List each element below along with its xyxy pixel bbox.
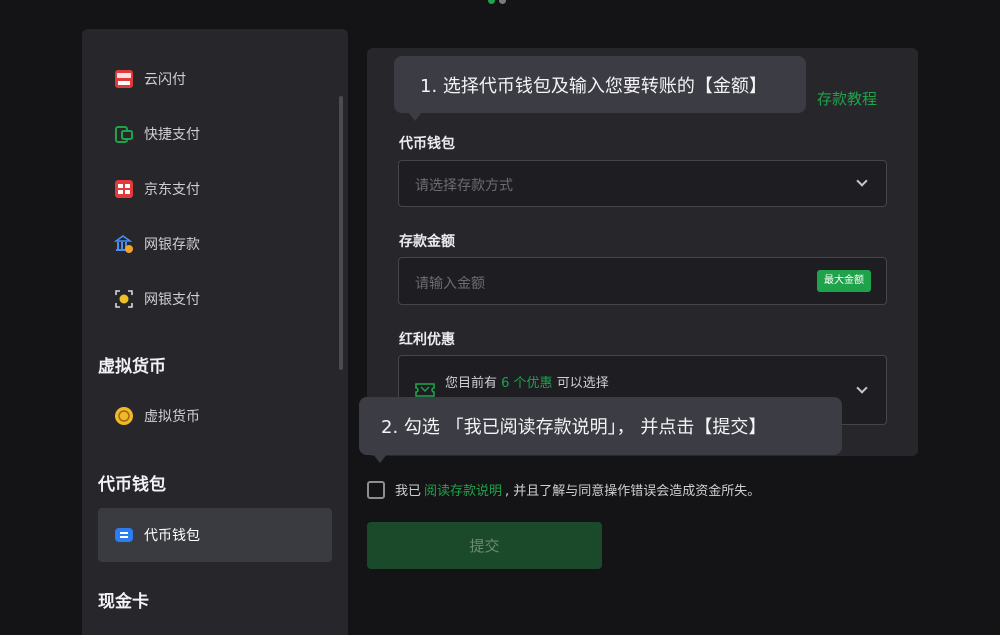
promo-suffix: 可以选择: [556, 376, 609, 391]
wallet-select[interactable]: 请选择存款方式: [398, 160, 887, 207]
sidebar-item-label: 快捷支付: [144, 127, 200, 143]
section-heading-virtual: 虚拟货币: [98, 357, 166, 377]
guide-tooltip-step2: 2. 勾选 「我已阅读存款说明」， 并点击【提交】: [359, 397, 842, 463]
promo-label: 红利优惠: [399, 332, 455, 348]
guide-tooltip-text: 2. 勾选 「我已阅读存款说明」， 并点击【提交】: [381, 417, 767, 438]
sidebar-item-unionpay[interactable]: 云闪付: [98, 52, 332, 106]
sidebar-item-label: 网银存款: [144, 237, 200, 253]
sidebar-item-virtual-currency[interactable]: 虚拟货币: [98, 389, 332, 443]
carousel-dot[interactable]: [499, 0, 506, 4]
sidebar-item-quick-pay[interactable]: 快捷支付: [98, 107, 332, 161]
max-amount-button[interactable]: 最大金额: [817, 270, 871, 292]
amount-input[interactable]: 请输入金额 最大金额: [398, 257, 887, 305]
sidebar-item-label: 云闪付: [144, 72, 186, 88]
submit-button[interactable]: 提交: [367, 522, 602, 569]
sidebar-item-bank-pay[interactable]: 网银支付: [98, 272, 332, 326]
sidebar-item-label: 网银支付: [144, 292, 200, 308]
wallet-select-placeholder: 请选择存款方式: [415, 178, 513, 194]
coin-icon: [114, 406, 134, 426]
guide-tooltip-step1: 1. 选择代币钱包及输入您要转账的【金额】: [394, 56, 806, 121]
payment-method-sidebar: 云闪付 快捷支付 京东支付 网银存款 网银支付 虚拟货币 虚拟货币 代币钱包 代…: [82, 29, 348, 635]
deposit-tutorial-link[interactable]: 存款教程: [817, 88, 877, 109]
agreement-checkbox[interactable]: [367, 480, 385, 499]
jd-wallet-icon: [114, 179, 134, 199]
chevron-down-icon: [856, 382, 868, 394]
sidebar-item-token-wallet[interactable]: 代币钱包: [98, 508, 332, 562]
sidebar-item-label: 虚拟货币: [144, 409, 200, 425]
amount-input-placeholder: 请输入金额: [415, 276, 485, 292]
sidebar-item-label: 代币钱包: [144, 528, 200, 544]
sidebar-item-label: 京东支付: [144, 182, 200, 198]
bank-pay-icon: [114, 289, 134, 309]
promo-prefix: 您目前有: [445, 376, 498, 391]
amount-label: 存款金额: [399, 234, 455, 250]
wallet-icon: [114, 525, 134, 545]
promo-count: 6 个优惠: [501, 376, 553, 391]
unionpay-icon: [114, 69, 134, 89]
section-heading-wallet: 代币钱包: [98, 475, 166, 495]
agreement-suffix: , 并且了解与同意操作错误会造成资金所失。: [505, 484, 761, 499]
bank-deposit-icon: [114, 234, 134, 254]
promo-summary: 您目前有 6 个优惠 可以选择: [445, 372, 609, 391]
agreement-prefix: 我已: [395, 484, 422, 499]
guide-tooltip-text: 1. 选择代币钱包及输入您要转账的【金额】: [420, 75, 767, 97]
sidebar-item-bank-deposit[interactable]: 网银存款: [98, 217, 332, 271]
quick-pay-icon: [114, 124, 134, 144]
sidebar-item-jd-pay[interactable]: 京东支付: [98, 162, 332, 216]
carousel-dot-active[interactable]: [488, 0, 495, 4]
chevron-down-icon: [856, 175, 868, 187]
section-heading-cash: 现金卡: [98, 592, 149, 612]
sidebar-scrollbar[interactable]: [339, 96, 343, 370]
wallet-label: 代币钱包: [399, 136, 455, 152]
agreement-row: 我已 阅读存款说明 , 并且了解与同意操作错误会造成资金所失。: [367, 480, 760, 499]
deposit-instructions-link[interactable]: 阅读存款说明: [424, 480, 502, 499]
carousel-dots: [488, 0, 506, 4]
